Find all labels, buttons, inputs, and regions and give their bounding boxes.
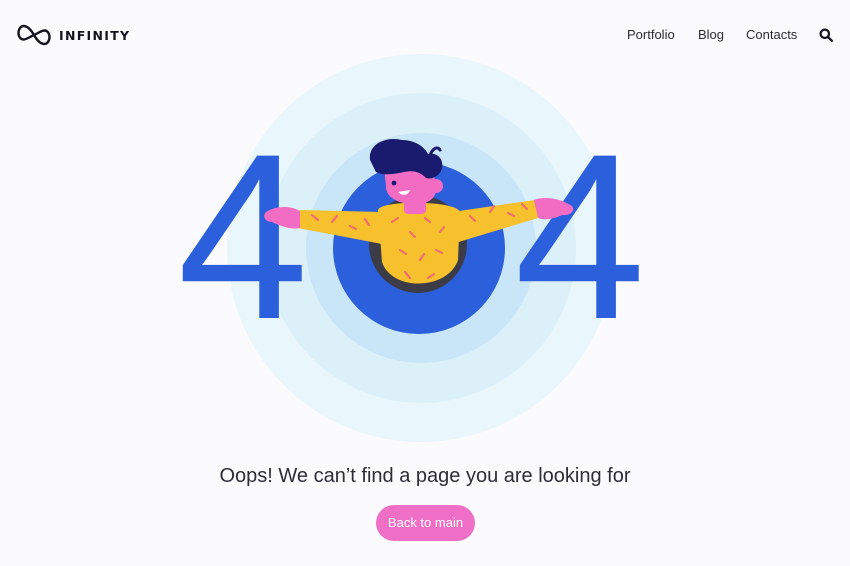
error-digit-right: 4 (514, 105, 645, 369)
error-digit-left: 4 (177, 105, 308, 369)
error-page: INFINITY Portfolio Blog Contacts 4 4 Oop… (0, 0, 850, 566)
back-to-main-button[interactable]: Back to main (376, 505, 475, 541)
error-404-illustration: 4 4 (177, 54, 646, 442)
error-message: Oops! We can’t find a page you are looki… (219, 465, 631, 487)
